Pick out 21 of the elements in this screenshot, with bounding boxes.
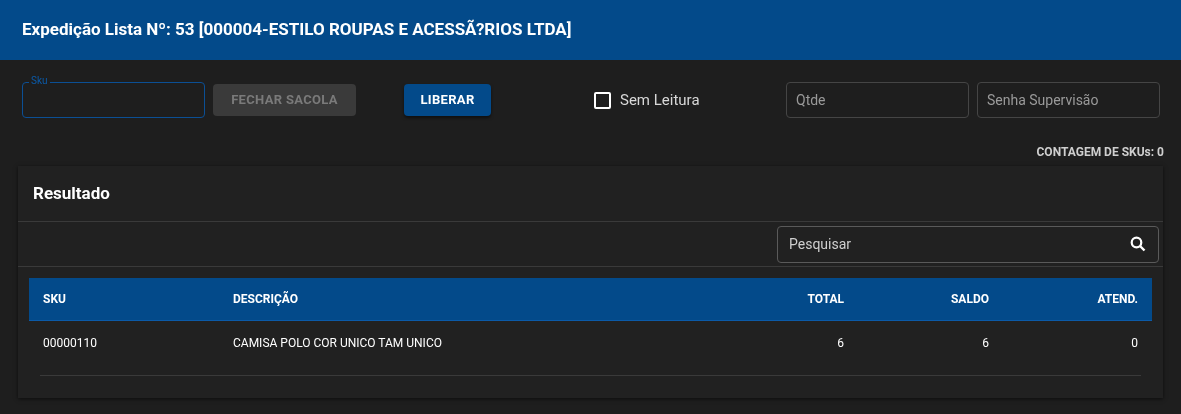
table-cell-text: 6 (981, 334, 990, 352)
column-header: SKU (42, 291, 67, 308)
sku-count: CONTAGEM DE SKUs: 0 (1036, 144, 1164, 161)
table-cell-text: 0 (1130, 334, 1139, 352)
search-icon (1130, 235, 1146, 252)
search-field[interactable]: Pesquisar (777, 225, 1159, 263)
column-header: TOTAL (806, 291, 845, 308)
column-header: SALDO (950, 291, 990, 308)
password-field[interactable]: Senha Supervisão (977, 82, 1160, 118)
quantity-field[interactable]: Qtde (786, 82, 969, 118)
column-header: ATEND. (1096, 291, 1139, 308)
panel-title: Resultado (33, 181, 110, 205)
sku-label: Sku (29, 75, 50, 87)
page-title: Expedição Lista Nº: 53 [000004-ESTILO ROUPAS E ACESSÃ?RIOS LTDA] (22, 18, 572, 42)
checkbox[interactable] (594, 91, 611, 109)
checkbox-label: Sem Leitura (620, 89, 700, 111)
release-button[interactable]: LIBERAR (404, 84, 491, 116)
table-cell-text: 00000110 (42, 334, 98, 352)
table-cell-text: 6 (836, 334, 845, 352)
table-cell-text: CAMISA POLO COR UNICO TAM UNICO (232, 334, 443, 352)
column-header: DESCRIÇÃO (232, 290, 300, 308)
